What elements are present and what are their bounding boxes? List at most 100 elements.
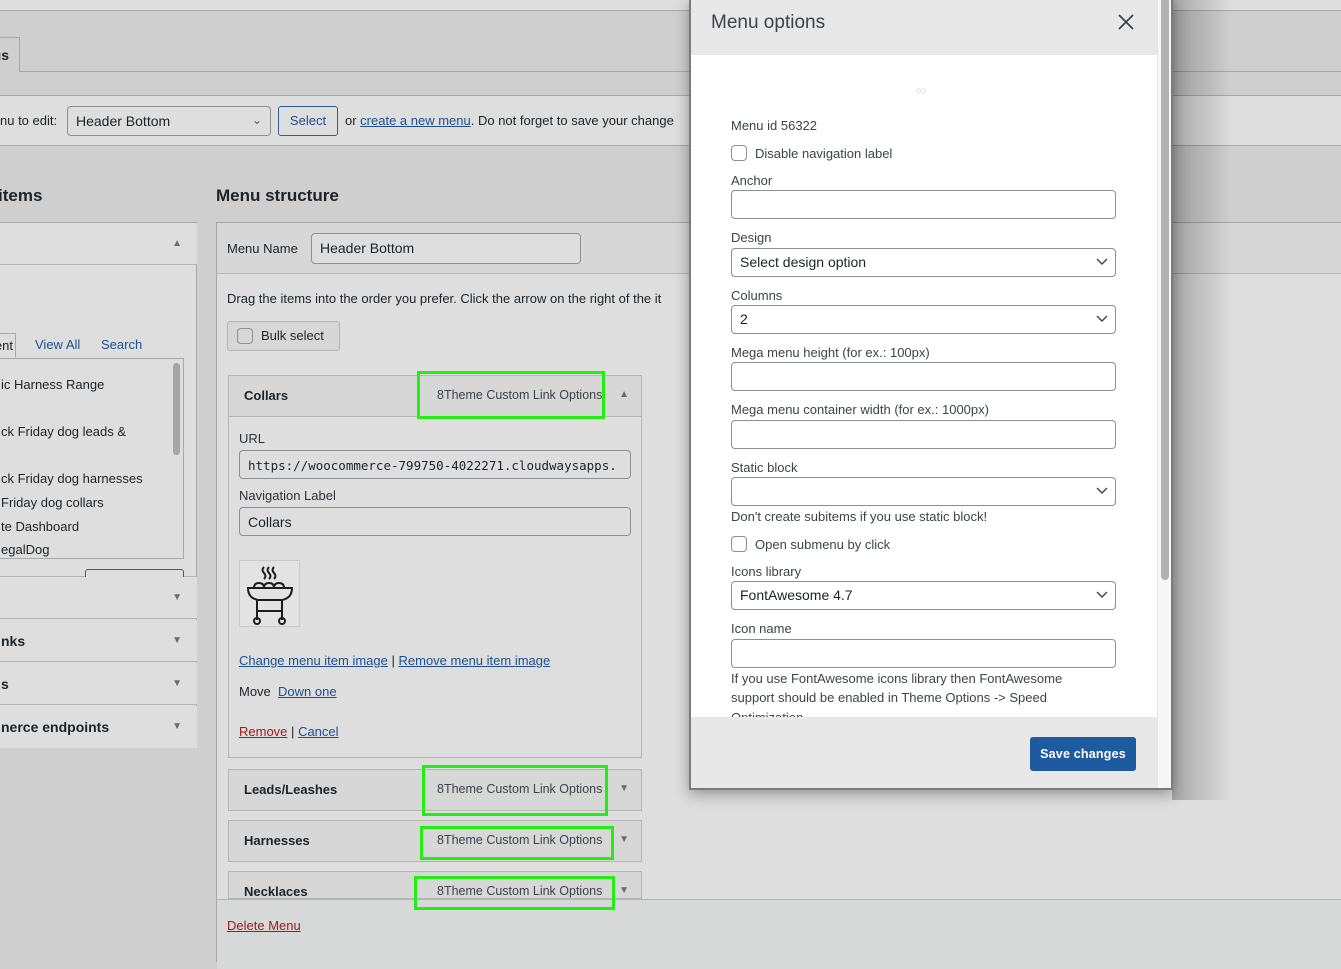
chevron-down-icon: ⌄	[251, 113, 262, 127]
menu-item-image[interactable]	[239, 560, 300, 627]
menu-item-title: Collars	[244, 388, 289, 403]
tab-edit-menus[interactable]: us	[0, 37, 20, 73]
tab-label: us	[0, 47, 9, 63]
move-label: Move	[239, 684, 271, 699]
menu-structure-footer: Delete Menu	[217, 899, 1341, 969]
save-changes-button[interactable]: Save changes	[1030, 737, 1136, 771]
remove-image-link[interactable]: Remove menu item image	[399, 653, 551, 668]
accordion-label: nerce endpoints	[1, 719, 110, 735]
open-submenu-label: Open submenu by click	[755, 537, 891, 552]
design-select-value: Select design option	[740, 254, 867, 270]
move-down-one-link[interactable]: Down one	[278, 684, 337, 699]
menu-select-dropdown[interactable]: Header Bottom ⌄	[67, 106, 271, 136]
modal-scrollbar[interactable]	[1157, 0, 1171, 788]
select-menu-button[interactable]: Select	[278, 106, 338, 136]
icons-library-select-value: FontAwesome 4.7	[740, 587, 853, 603]
list-scrollbar[interactable]	[173, 363, 180, 455]
design-label: Design	[731, 230, 772, 245]
menu-item-title: Necklaces	[244, 884, 308, 899]
accordion-custom-links-header[interactable]: nks ▼	[0, 620, 197, 662]
highlight-box	[422, 765, 608, 816]
arrow-down-icon[interactable]: ▼	[619, 783, 629, 794]
static-block-label: Static block	[731, 460, 798, 475]
accordion-woocommerce-endpoints-header[interactable]: nerce endpoints ▼	[0, 706, 197, 748]
list-item[interactable]: ck Friday dog leads &	[1, 424, 126, 439]
bulk-select-button[interactable]: Bulk select	[227, 321, 340, 351]
open-submenu-checkbox[interactable]	[731, 536, 747, 552]
select-menu-label: nu to edit:	[0, 113, 58, 128]
arrow-down-icon: ▼	[172, 721, 182, 732]
modal-scrollbar-thumb[interactable]	[1161, 0, 1169, 580]
list-item[interactable]: ic Harness Range	[1, 377, 104, 392]
accordion-label: nks	[1, 633, 26, 649]
design-select[interactable]: Select design option	[731, 248, 1116, 277]
menu-options-modal: Menu options ∞ Menu id 56322 Disable nav…	[689, 0, 1173, 790]
anchor-input[interactable]	[731, 190, 1116, 219]
image-actions: Change menu item image | Remove menu ite…	[239, 653, 550, 668]
menu-item-title: Harnesses	[244, 833, 310, 848]
accordion-pages-content: ent View All Search ic Harness Range ck …	[0, 265, 197, 599]
create-new-menu-link[interactable]: create a new menu	[360, 113, 471, 128]
icon-name-input[interactable]	[731, 639, 1116, 668]
tab-search[interactable]: Search	[101, 333, 142, 358]
delete-menu-link[interactable]: Delete Menu	[227, 918, 301, 933]
remove-item-link[interactable]: Remove	[239, 724, 287, 739]
accordion-label: s	[1, 676, 9, 692]
list-item[interactable]: egalDog	[1, 542, 49, 557]
fa-note-line1: If you use FontAwesome icons library the…	[731, 671, 1063, 686]
accordion-pages-header[interactable]: ▲	[0, 223, 197, 265]
mega-width-input[interactable]	[731, 420, 1116, 449]
bulk-select-checkbox[interactable]	[237, 328, 253, 344]
modal-shadow	[1172, 0, 1232, 800]
arrow-up-icon[interactable]: ▲	[619, 389, 629, 400]
drag-instructions: Drag the items into the order you prefer…	[227, 291, 662, 306]
modal-body: ∞ Menu id 56322 Disable navigation label…	[691, 55, 1157, 717]
disable-nav-label-label: Disable navigation label	[755, 146, 893, 161]
separator: |	[391, 653, 395, 668]
change-image-link[interactable]: Change menu item image	[239, 653, 388, 668]
url-input[interactable]: https://woocommerce-799750-4022271.cloud…	[239, 450, 631, 479]
mega-width-label: Mega menu container width (for ex.: 1000…	[731, 402, 989, 417]
list-item[interactable]: Friday dog collars	[1, 495, 104, 510]
accordion-categories-header[interactable]: s ▼	[0, 663, 197, 705]
add-menu-items-title: items	[0, 186, 43, 205]
cancel-link[interactable]: Cancel	[298, 724, 338, 739]
accordion-header[interactable]: ▼	[0, 577, 197, 619]
item-actions: Remove | Cancel	[239, 724, 339, 739]
arrow-down-icon: ▼	[172, 678, 182, 689]
anchor-label: Anchor	[731, 173, 773, 188]
chevron-down-icon	[1096, 487, 1108, 494]
list-item[interactable]: te Dashboard	[1, 519, 79, 534]
static-block-select[interactable]	[731, 477, 1116, 506]
menu-structure-title: Menu structure	[216, 186, 339, 205]
icons-library-select[interactable]: FontAwesome 4.7	[731, 581, 1116, 610]
tab-most-recent[interactable]: ent	[0, 333, 16, 358]
mega-height-label: Mega menu height (for ex.: 100px)	[731, 345, 930, 360]
navigation-label-input[interactable]: Collars	[239, 507, 631, 536]
icons-library-label: Icons library	[731, 564, 802, 579]
icon-name-label: Icon name	[731, 621, 792, 636]
arrow-down-icon[interactable]: ▼	[619, 885, 629, 896]
chevron-down-icon	[1096, 258, 1108, 265]
arrow-down-icon: ▼	[172, 592, 182, 603]
fa-note-line2: support should be enabled in Theme Optio…	[731, 690, 1047, 705]
modal-header: Menu options	[691, 0, 1157, 55]
highlight-box	[414, 876, 615, 910]
mega-height-input[interactable]	[731, 362, 1116, 391]
fa-note-line3: Optimization	[731, 710, 803, 717]
url-label: URL	[239, 431, 266, 446]
modal-footer: Save changes	[691, 717, 1157, 788]
close-icon	[1118, 14, 1134, 30]
disable-nav-label-checkbox[interactable]	[731, 145, 747, 161]
tab-view-all[interactable]: View All	[35, 333, 80, 358]
bulk-select-label: Bulk select	[261, 328, 324, 343]
highlight-box	[420, 826, 614, 860]
columns-select[interactable]: 2	[731, 305, 1116, 334]
menu-name-input[interactable]: Header Bottom	[311, 233, 581, 264]
close-button[interactable]	[1114, 10, 1138, 34]
list-item[interactable]: ck Friday dog harnesses	[1, 471, 143, 486]
menu-item-settings: URL https://woocommerce-799750-4022271.c…	[229, 416, 641, 757]
menu-id-text: Menu id 56322	[731, 118, 818, 133]
arrow-down-icon[interactable]: ▼	[619, 834, 629, 845]
grill-icon	[246, 566, 294, 625]
